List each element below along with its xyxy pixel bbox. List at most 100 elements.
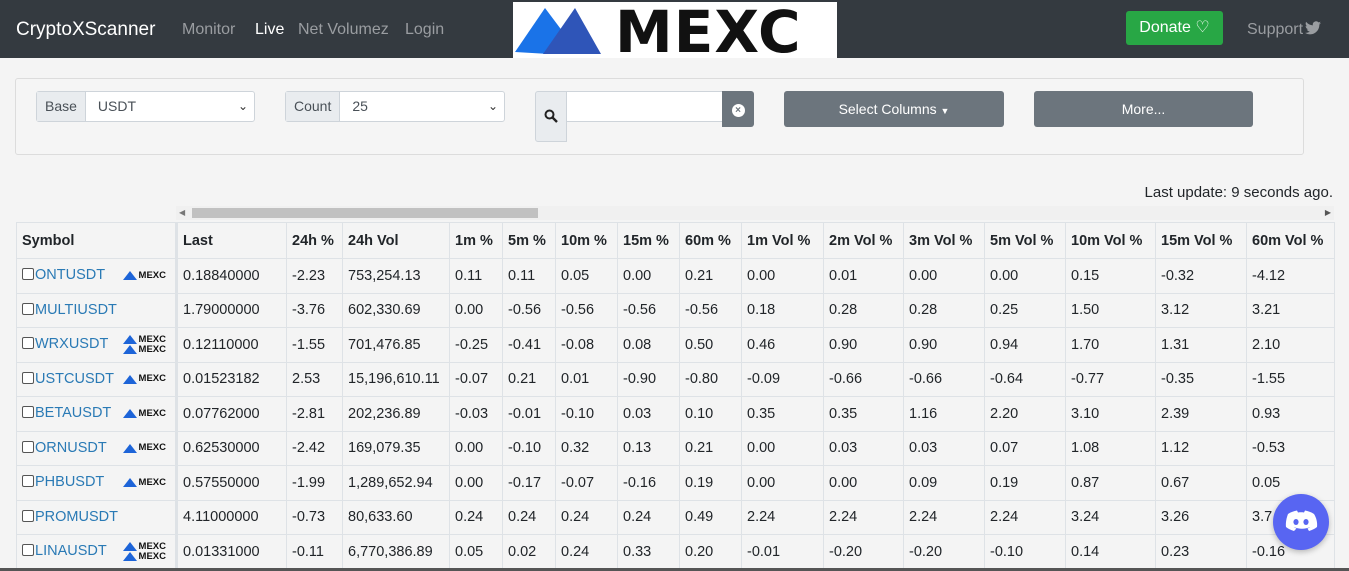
value-cell: 1.50 xyxy=(1065,292,1156,328)
brand-logo[interactable]: CryptoXScanner xyxy=(16,19,155,41)
value-cell: -2.81 xyxy=(286,396,343,432)
donate-button[interactable]: Donate ♡ xyxy=(1126,11,1223,45)
row-checkbox[interactable] xyxy=(22,544,34,557)
exchange-badges[interactable]: MEXC xyxy=(122,466,166,499)
value-cell: 0.01 xyxy=(555,361,618,397)
symbol-link[interactable]: USTCUSDT xyxy=(35,371,114,387)
column-header[interactable]: 5m Vol % xyxy=(984,222,1066,259)
column-header[interactable]: Symbol xyxy=(16,222,178,259)
symbol-link[interactable]: LINAUSDT xyxy=(35,543,107,559)
column-header[interactable]: 3m Vol % xyxy=(903,222,985,259)
table-row[interactable]: MULTIUSDT 1.79000000 -3.76 602,330.69 0.00 -0… xyxy=(16,292,1335,328)
mexc-logo-icon xyxy=(122,374,137,384)
symbol-link[interactable]: MULTIUSDT xyxy=(35,302,117,318)
search-input[interactable] xyxy=(566,91,723,122)
table-row[interactable]: MEXC ORNUSDT 0.62530000 -2.42 169,079.35 0.00… xyxy=(16,430,1335,466)
row-checkbox[interactable] xyxy=(22,302,34,315)
symbol-link[interactable]: ONTUSDT xyxy=(35,267,105,283)
table-row[interactable]: MEXC BETAUSDT 0.07762000 -2.81 202,236.89 -0.… xyxy=(16,396,1335,432)
donate-label: Donate xyxy=(1139,19,1191,36)
chevron-down-icon: ⌄ xyxy=(237,99,248,113)
select-columns-button[interactable]: Select Columns ▼ xyxy=(784,91,1004,127)
table-row[interactable]: MEXC ONTUSDT 0.18840000 -2.23 753,254.13 0.11… xyxy=(16,258,1335,294)
column-header[interactable]: 60m Vol % xyxy=(1246,222,1335,259)
value-cell: 0.00 xyxy=(449,465,503,501)
column-header[interactable]: Last xyxy=(176,222,287,259)
support-link[interactable]: Support xyxy=(1247,21,1322,39)
mexc-logo-icon xyxy=(122,478,137,488)
clear-search-button[interactable]: × xyxy=(722,91,754,127)
exchange-badges[interactable]: MEXC xyxy=(122,259,166,292)
column-header[interactable]: 2m Vol % xyxy=(823,222,904,259)
table-row[interactable]: MEXC MEXC WRXUSDT 0.12110000 -1.55 701,476.85… xyxy=(16,327,1335,363)
scanner-table: Symbol Last 24h % 24h Vol 1m % 5m % 10m % 15m %… xyxy=(16,222,1335,570)
value-cell: -0.66 xyxy=(903,361,985,397)
row-checkbox[interactable] xyxy=(22,509,34,522)
discord-button[interactable] xyxy=(1273,494,1329,550)
exchange-badges[interactable]: MEXC MEXC xyxy=(122,328,166,361)
symbol-link[interactable]: PROMUSDT xyxy=(35,509,118,525)
column-header[interactable]: 60m % xyxy=(679,222,742,259)
symbol-link[interactable]: PHBUSDT xyxy=(35,474,104,490)
nav-login[interactable]: Login xyxy=(405,21,444,39)
value-cell: 0.00 xyxy=(741,430,824,466)
exchange-badges[interactable]: MEXC MEXC xyxy=(122,535,166,568)
column-header[interactable]: 15m Vol % xyxy=(1155,222,1247,259)
twitter-icon xyxy=(1305,21,1322,35)
column-header[interactable]: 1m Vol % xyxy=(741,222,824,259)
row-checkbox[interactable] xyxy=(22,268,34,281)
mexc-banner-ad[interactable]: MEXC xyxy=(513,0,837,66)
table-row[interactable]: MEXC PHBUSDT 0.57550000 -1.99 1,289,652.94 0.… xyxy=(16,465,1335,501)
value-cell: 2.24 xyxy=(741,499,824,535)
scroll-right-icon[interactable]: ▶ xyxy=(1325,206,1331,220)
value-cell: 3.21 xyxy=(1246,292,1335,328)
value-cell: 1.12 xyxy=(1155,430,1247,466)
symbol-link[interactable]: BETAUSDT xyxy=(35,405,111,421)
column-header[interactable]: 24h % xyxy=(286,222,343,259)
horizontal-scrollbar[interactable]: ◀ ▶ xyxy=(176,206,1334,220)
scrollbar-thumb[interactable] xyxy=(192,208,538,218)
value-cell: -0.16 xyxy=(617,465,680,501)
value-cell: -3.76 xyxy=(286,292,343,328)
more-button[interactable]: More... xyxy=(1034,91,1253,127)
count-select[interactable]: Count 25 ⌄ xyxy=(285,91,505,122)
scroll-left-icon[interactable]: ◀ xyxy=(179,206,185,220)
row-checkbox[interactable] xyxy=(22,440,34,453)
exchange-badges[interactable]: MEXC xyxy=(122,432,166,465)
column-header[interactable]: 5m % xyxy=(502,222,556,259)
value-cell: -1.55 xyxy=(286,327,343,363)
value-cell: 0.62530000 xyxy=(176,430,287,466)
symbol-cell: MEXC ORNUSDT xyxy=(16,430,178,466)
table-row[interactable]: PROMUSDT 4.11000000 -0.73 80,633.60 0.24 0.24… xyxy=(16,499,1335,535)
value-cell: 2.20 xyxy=(984,396,1066,432)
column-header[interactable]: 10m % xyxy=(555,222,618,259)
row-checkbox[interactable] xyxy=(22,371,34,384)
nav-net-volumez[interactable]: Net Volumez xyxy=(298,21,389,39)
table-row[interactable]: MEXC MEXC LINAUSDT 0.01331000 -0.11 6,770,386… xyxy=(16,534,1335,570)
symbol-cell: MEXC MEXC WRXUSDT xyxy=(16,327,178,363)
value-cell: -0.11 xyxy=(286,534,343,570)
column-header[interactable]: 10m Vol % xyxy=(1065,222,1156,259)
value-cell: 0.35 xyxy=(823,396,904,432)
nav-monitor[interactable]: Monitor xyxy=(182,21,235,39)
row-checkbox[interactable] xyxy=(22,406,34,419)
value-cell: 0.32 xyxy=(555,430,618,466)
exchange-badges[interactable]: MEXC xyxy=(122,363,166,396)
table-row[interactable]: MEXC USTCUSDT 0.01523182 2.53 15,196,610.11-… xyxy=(16,361,1335,397)
column-header[interactable]: 24h Vol xyxy=(342,222,450,259)
symbol-cell: MEXC ONTUSDT xyxy=(16,258,178,294)
symbol-link[interactable]: WRXUSDT xyxy=(35,336,108,352)
nav-live[interactable]: Live xyxy=(255,21,284,39)
row-checkbox[interactable] xyxy=(22,475,34,488)
exchange-badges[interactable]: MEXC xyxy=(122,397,166,430)
value-cell: 0.08 xyxy=(617,327,680,363)
count-value: 25 xyxy=(352,98,368,114)
row-checkbox[interactable] xyxy=(22,337,34,350)
value-cell: 0.00 xyxy=(903,258,985,294)
column-header[interactable]: 1m % xyxy=(449,222,503,259)
value-cell: -0.07 xyxy=(449,361,503,397)
symbol-link[interactable]: ORNUSDT xyxy=(35,440,107,456)
value-cell: 0.24 xyxy=(555,499,618,535)
base-select[interactable]: Base USDT ⌄ xyxy=(36,91,255,122)
column-header[interactable]: 15m % xyxy=(617,222,680,259)
